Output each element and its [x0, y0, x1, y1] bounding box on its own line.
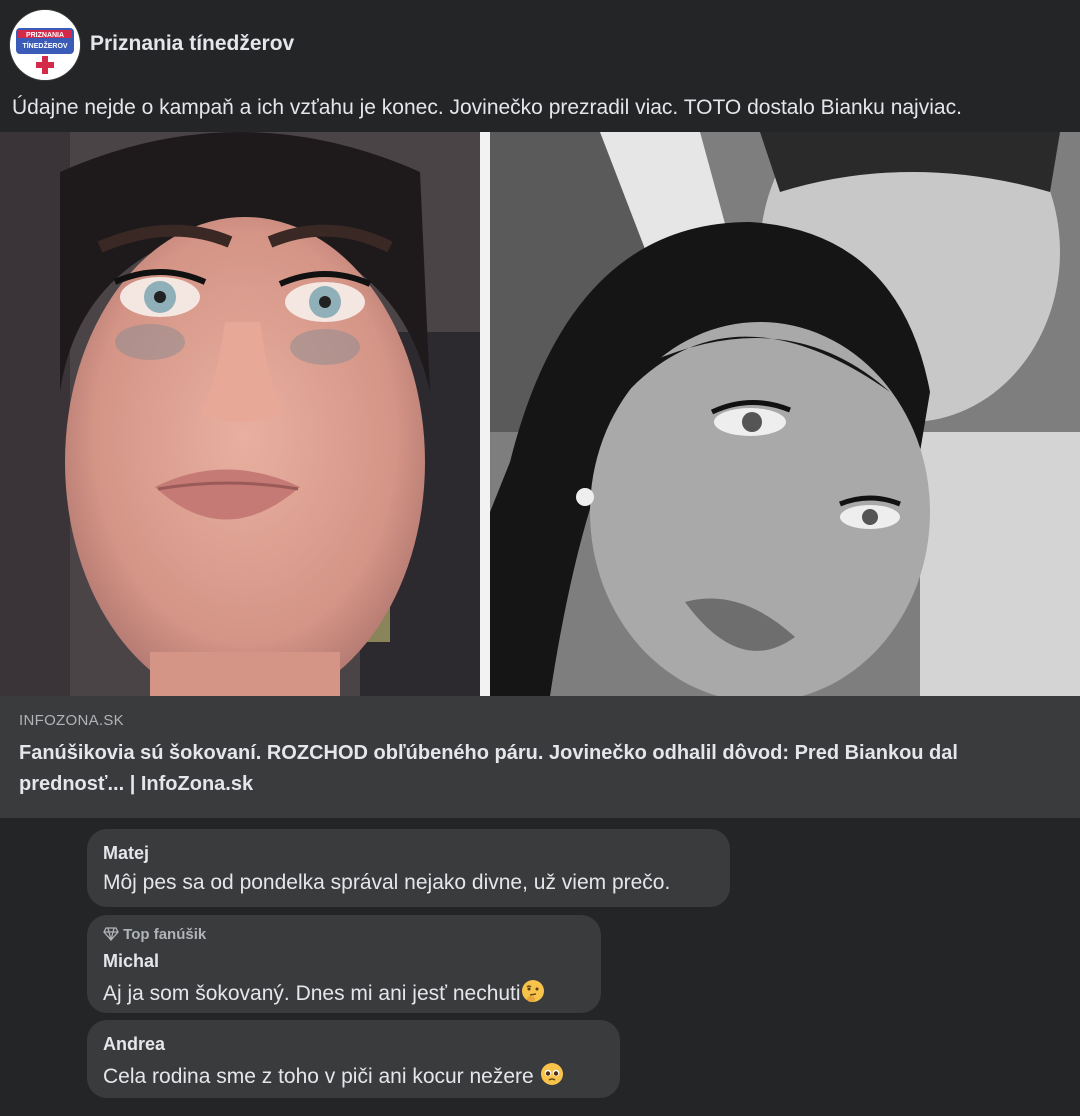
photo-divider: [480, 132, 490, 696]
link-domain: INFOZONA.SK: [19, 712, 124, 729]
comment-bubble: Andrea Cela rodina sme z toho v piči ani…: [87, 1020, 620, 1098]
page-name[interactable]: Priznania tínedžerov: [90, 32, 294, 56]
page-avatar[interactable]: PRIZNANIA TÍNEDŽEROV: [10, 10, 80, 80]
avatar-logo-line1: PRIZNANIA: [26, 32, 64, 39]
comment-text-row: Aj ja som šokovaný. Dnes mi ani jesť nec…: [103, 979, 545, 1006]
comment-text: Cela rodina sme z toho v piči ani kocur …: [103, 1065, 534, 1088]
post-photo-right[interactable]: [490, 132, 1080, 696]
link-preview-card[interactable]: INFOZONA.SK Fanúšikovia sú šokovaní. ROZ…: [0, 696, 1080, 818]
post-text: Údajne nejde o kampaň a ich vzťahu je ko…: [12, 96, 962, 119]
crying-woman-photo: [0, 132, 480, 696]
comment-author[interactable]: Andrea: [103, 1034, 165, 1055]
avatar-logo-line2: TÍNEDŽEROV: [22, 41, 67, 50]
comment-author[interactable]: Matej: [103, 843, 149, 864]
badge-label: Top fanúšik: [123, 926, 207, 943]
post-photo-left[interactable]: [0, 132, 480, 696]
thinking-face-icon: [521, 980, 544, 1002]
couple-bw-photo: [490, 132, 1080, 696]
comment-bubble: Matej Môj pes sa od pondelka správal nej…: [87, 829, 730, 907]
top-fan-badge: Top fanúšik: [103, 926, 206, 943]
page-logo-icon: PRIZNANIA TÍNEDŽEROV: [10, 10, 80, 80]
comment-bubble: Top fanúšik Michal Aj ja som šokovaný. D…: [87, 915, 601, 1013]
comment-author[interactable]: Michal: [103, 951, 159, 972]
link-title[interactable]: Fanúšikovia sú šokovaní. ROZCHOD obľúben…: [19, 738, 1059, 800]
comment-text: Aj ja som šokovaný. Dnes mi ani jesť nec…: [103, 982, 521, 1005]
post-header: PRIZNANIA TÍNEDŽEROV Priznania tínedžero…: [0, 0, 1080, 92]
diamond-icon: [103, 927, 119, 941]
comment-text-row: Cela rodina sme z toho v piči ani kocur …: [103, 1062, 564, 1089]
comment-text: Môj pes sa od pondelka správal nejako di…: [103, 871, 671, 894]
pleading-face-icon: [540, 1063, 563, 1085]
